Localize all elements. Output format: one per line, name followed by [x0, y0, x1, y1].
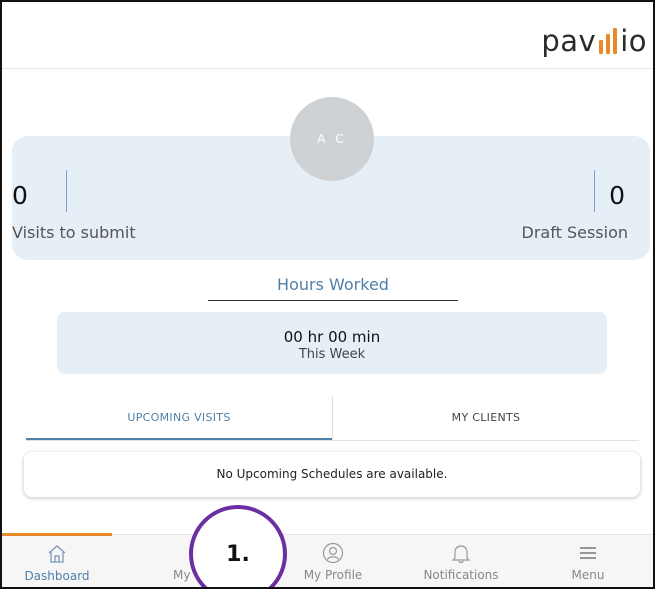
- divider: [594, 170, 595, 212]
- avatar-initials: A C: [317, 132, 347, 146]
- logo-bars-icon: [599, 28, 618, 54]
- annotation-callout: 1.: [189, 505, 287, 587]
- hamburger-icon: [533, 541, 643, 565]
- draft-session-count: 0: [609, 181, 625, 210]
- tab-upcoming-visits[interactable]: UPCOMING VISITS: [26, 396, 332, 440]
- hours-worked-title: Hours Worked: [208, 275, 458, 301]
- hours-worked-value: 00 hr 00 min: [283, 328, 381, 346]
- bell-icon: [406, 541, 516, 565]
- nav-menu[interactable]: Menu: [533, 535, 643, 587]
- visits-to-submit-count: 0: [12, 181, 28, 210]
- draft-session-label: Draft Session: [521, 223, 628, 242]
- visits-to-submit-label: Visits to submit: [12, 223, 136, 242]
- pavillio-logo: pav io: [541, 24, 647, 58]
- hours-worked-period: This Week: [298, 347, 366, 362]
- app-header: pav io: [2, 2, 653, 69]
- divider: [66, 170, 67, 212]
- nav-my-profile[interactable]: My Profile: [278, 535, 388, 587]
- tab-my-clients[interactable]: MY CLIENTS: [333, 396, 639, 440]
- nav-menu-label: Menu: [571, 568, 605, 582]
- nav-notifications[interactable]: Notifications: [406, 535, 516, 587]
- profile-icon: [278, 541, 388, 565]
- avatar[interactable]: A C: [290, 97, 374, 181]
- nav-notifications-label: Notifications: [423, 568, 499, 582]
- callout-number: 1.: [226, 541, 250, 567]
- nav-dashboard[interactable]: Dashboard: [2, 533, 112, 587]
- empty-schedules-message: No Upcoming Schedules are available.: [24, 452, 640, 497]
- home-icon: [2, 542, 112, 566]
- visits-tabs: UPCOMING VISITS MY CLIENTS: [26, 396, 639, 441]
- nav-my-profile-label: My Profile: [303, 568, 363, 582]
- app-frame: pav io A C 0 Visits to submit 0 Draft Ses…: [0, 0, 655, 589]
- bottom-nav: Dashboard My My Profile Notifications Me…: [2, 533, 653, 587]
- nav-dashboard-label: Dashboard: [24, 569, 90, 583]
- hours-worked-card: 00 hr 00 min This Week: [57, 312, 607, 374]
